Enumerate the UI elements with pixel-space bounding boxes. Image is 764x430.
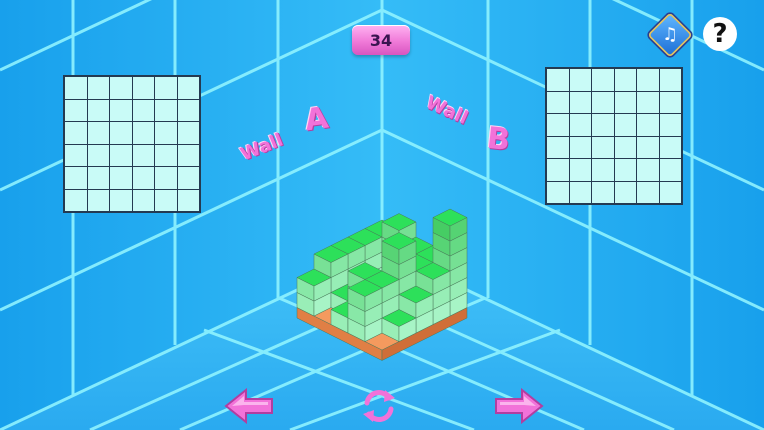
- rotate-button[interactable]: [358, 386, 400, 426]
- rotate-right-button[interactable]: [492, 388, 544, 424]
- arrow-right-icon: [495, 388, 544, 424]
- arrow-left-icon: [224, 388, 273, 424]
- rotate-left-button[interactable]: [224, 388, 276, 424]
- rotate-icon: [363, 390, 395, 422]
- block-board[interactable]: [0, 0, 764, 430]
